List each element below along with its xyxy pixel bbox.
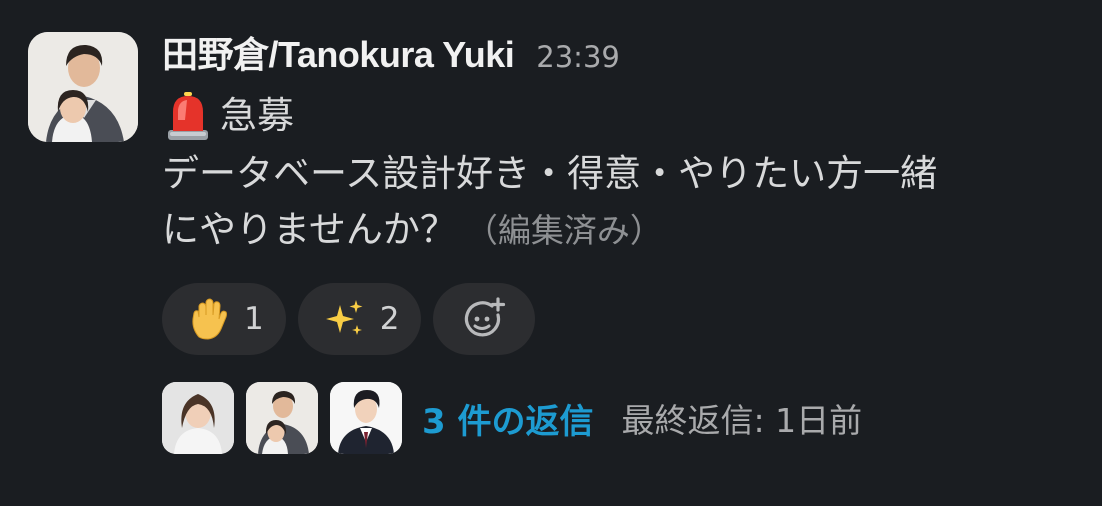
message-line-2: データベース設計好き・得意・やりたい方一緒 (162, 152, 938, 195)
message-line-3: にやりませんか？ （編集済み） (162, 202, 1082, 259)
reply-count-link[interactable]: 3 件の返信 (422, 394, 594, 443)
message-line-1: 急募 (162, 86, 1082, 146)
reactions-bar: 1 2 (162, 283, 1082, 355)
message: 田野倉/Tanokura Yuki 23:39 急募 データベース設計好き・得意… (0, 0, 1102, 506)
rotating-light-icon (168, 92, 208, 140)
reply-avatar-1 (162, 382, 234, 454)
reaction-count: 1 (244, 301, 264, 337)
author-avatar[interactable] (28, 32, 138, 142)
avatar-photo (246, 382, 318, 454)
thread-summary[interactable]: 3 件の返信 最終返信: 1日前 (162, 381, 1082, 455)
message-content: 田野倉/Tanokura Yuki 23:39 急募 データベース設計好き・得意… (162, 26, 1082, 455)
edited-label: （編集済み） (464, 211, 663, 250)
avatar-photo (28, 32, 138, 142)
reply-avatar-3 (330, 382, 402, 454)
avatar-photo (162, 382, 234, 454)
reaction-count: 2 (379, 301, 400, 337)
last-reply-time: 最終返信: 1日前 (621, 401, 863, 440)
sparkles-icon (325, 300, 363, 335)
reply-avatar-2 (246, 382, 318, 454)
reaction-raised-hand[interactable]: 1 (162, 283, 286, 355)
message-timestamp[interactable]: 23:39 (536, 40, 620, 74)
avatar-photo (330, 382, 402, 454)
message-header: 田野倉/Tanokura Yuki 23:39 (162, 26, 1082, 82)
message-line-3-text: にやりませんか？ (162, 208, 457, 251)
add-reaction-button[interactable] (433, 283, 536, 355)
add-reaction-icon (465, 297, 506, 337)
author-name[interactable]: 田野倉/Tanokura Yuki (162, 26, 515, 78)
raised-hand-icon (192, 298, 227, 340)
urgent-label: 急募 (220, 94, 294, 137)
reaction-sparkles[interactable]: 2 (297, 283, 422, 355)
